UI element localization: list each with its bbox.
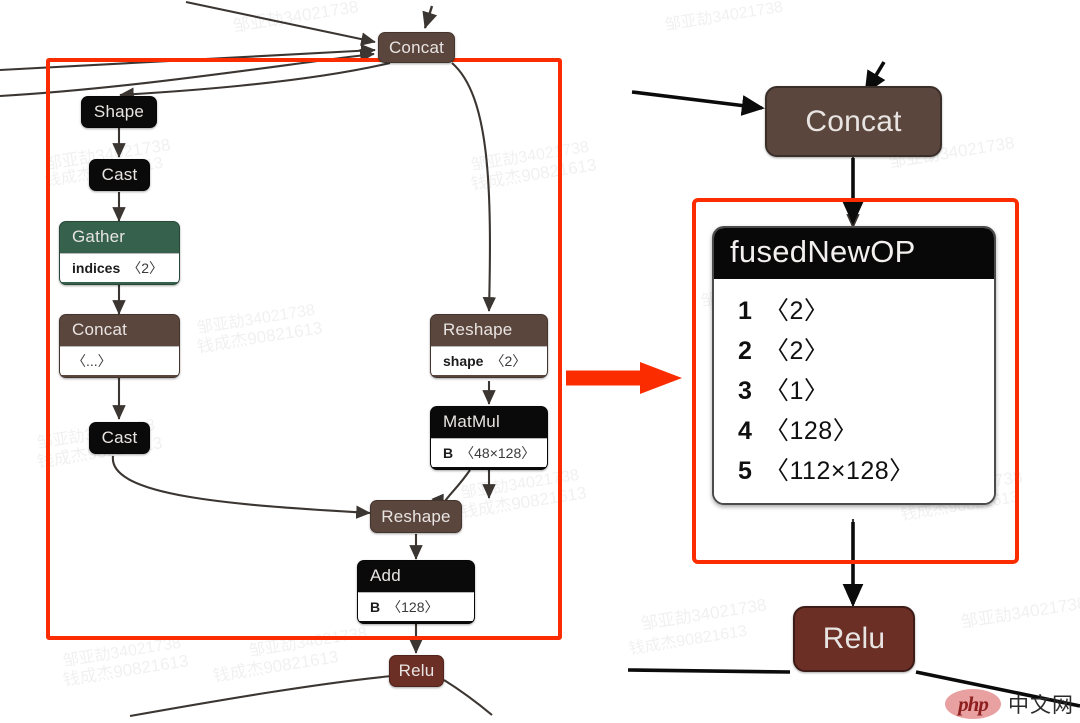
node-cast-2[interactable]: Cast xyxy=(89,422,150,454)
node-label: Cast xyxy=(101,165,138,184)
node-label: MatMul xyxy=(443,412,500,431)
node-label: Gather xyxy=(72,227,126,246)
attr-key: B xyxy=(370,599,381,615)
fused-node-title: fusedNewOP xyxy=(714,228,994,279)
fused-input-shape: 〈2〉 xyxy=(764,337,830,365)
node-add[interactable]: Add B 〈128〉 xyxy=(357,560,475,624)
node-label: Relu xyxy=(398,661,435,680)
watermark-text: 邹亚劼34021738 xyxy=(663,0,785,35)
fused-input-row: 2 〈2〉 xyxy=(714,329,994,369)
transform-arrow xyxy=(566,362,682,394)
node-label: Reshape xyxy=(443,320,513,339)
fused-input-row: 5 〈112×128〉 xyxy=(714,449,994,489)
diagram-canvas: 邹亚劼34021738钱成杰90821613邹亚劼34021738邹亚劼3402… xyxy=(0,0,1080,723)
node-attributes: 〈...〉 xyxy=(60,346,179,375)
node-matmul[interactable]: MatMul B 〈48×128〉 xyxy=(430,406,548,470)
node-attributes: B 〈48×128〉 xyxy=(431,438,547,467)
node-cast-1[interactable]: Cast xyxy=(89,159,150,191)
fused-input-index: 2 xyxy=(738,337,752,365)
node-concat-mid[interactable]: Concat 〈...〉 xyxy=(59,314,180,378)
node-label: Reshape xyxy=(381,506,451,526)
node-label: Concat xyxy=(805,104,902,138)
attr-row: indices 〈2〉 xyxy=(60,254,179,282)
fused-input-shape: 〈112×128〉 xyxy=(764,457,915,485)
node-label: Cast xyxy=(101,428,138,447)
attr-row: 〈...〉 xyxy=(60,347,179,375)
fused-input-shape: 〈128〉 xyxy=(764,417,859,445)
node-reshape-2[interactable]: Reshape xyxy=(370,500,462,533)
watermark-text: 钱成杰90821613 xyxy=(61,651,190,690)
fused-input-index: 4 xyxy=(738,417,752,445)
watermark-text: 邹亚劼34021738 xyxy=(959,593,1080,632)
attr-key: indices xyxy=(72,260,121,276)
node-relu-right[interactable]: Relu xyxy=(793,606,915,672)
node-label: Add xyxy=(370,566,401,585)
fused-input-row: 1 〈2〉 xyxy=(714,289,994,329)
site-credit-watermark: php 中文网 xyxy=(945,689,1074,719)
attr-value: 〈2〉 xyxy=(490,353,527,369)
fused-input-index: 5 xyxy=(738,457,752,485)
watermark-text: 钱成杰90821613 xyxy=(211,647,340,686)
node-concat-right[interactable]: Concat xyxy=(765,86,942,157)
fused-input-index: 3 xyxy=(738,377,752,405)
fused-input-shape: 〈2〉 xyxy=(764,297,830,325)
watermark-text: 邹亚劼34021738 xyxy=(231,0,360,36)
node-attributes: shape 〈2〉 xyxy=(431,346,547,375)
attr-key: shape xyxy=(443,353,484,369)
node-label: Shape xyxy=(93,102,145,121)
node-gather[interactable]: Gather indices 〈2〉 xyxy=(59,221,180,285)
attr-value: 〈48×128〉 xyxy=(460,445,536,461)
watermark-text: 邹亚劼34021738 xyxy=(639,595,768,634)
node-attributes: B 〈128〉 xyxy=(358,592,474,621)
watermark-text: 钱成杰90821613 xyxy=(627,622,749,659)
fused-input-row: 4 〈128〉 xyxy=(714,409,994,449)
fused-input-shape: 〈1〉 xyxy=(764,377,830,405)
site-name-label: 中文网 xyxy=(1008,694,1074,717)
php-logo-icon: php xyxy=(945,689,1001,719)
node-label: Concat xyxy=(72,320,128,339)
node-reshape-1[interactable]: Reshape shape 〈2〉 xyxy=(430,314,548,378)
attr-row: shape 〈2〉 xyxy=(431,347,547,375)
attr-value: 〈128〉 xyxy=(387,599,439,615)
node-shape[interactable]: Shape xyxy=(81,96,157,128)
fused-input-row: 3 〈1〉 xyxy=(714,369,994,409)
attr-row: B 〈48×128〉 xyxy=(431,439,547,467)
attr-value: 〈2〉 xyxy=(127,260,164,276)
fused-input-index: 1 xyxy=(738,297,752,325)
node-relu-left[interactable]: Relu xyxy=(389,655,444,687)
attr-key: B xyxy=(443,445,454,461)
node-fused-new-op[interactable]: fusedNewOP 1 〈2〉 2 〈2〉 3 〈1〉 4 〈128〉 5 〈112×128〉 xyxy=(712,226,996,505)
attr-value: 〈...〉 xyxy=(72,353,112,369)
node-attributes: indices 〈2〉 xyxy=(60,253,179,282)
attr-row: B 〈128〉 xyxy=(358,593,474,621)
node-label: Concat xyxy=(388,37,445,57)
fused-node-inputs: 1 〈2〉 2 〈2〉 3 〈1〉 4 〈128〉 5 〈112×128〉 xyxy=(714,279,994,503)
node-concat-top[interactable]: Concat xyxy=(378,32,455,63)
node-label: Relu xyxy=(822,622,886,655)
